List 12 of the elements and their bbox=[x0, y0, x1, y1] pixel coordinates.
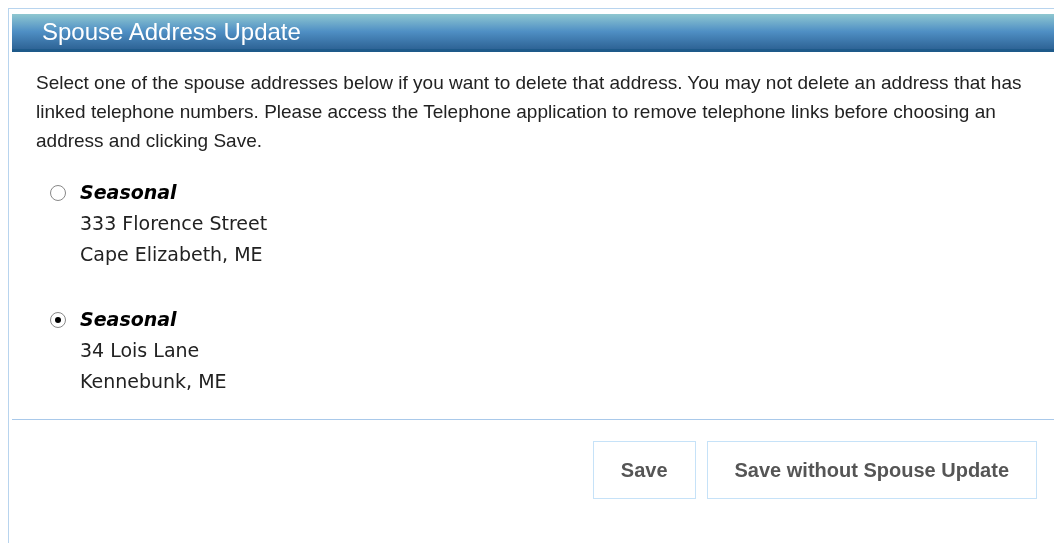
instructions-text: Select one of the spouse addresses below if you want to delete that address. You may not delete an address that has linked telephone numbers. Please access the Telephone application to remove telephone links before choosing an address and clicking Save. bbox=[36, 71, 1023, 153]
save-without-update-button[interactable]: Save without Spouse Update bbox=[706, 441, 1037, 499]
address-type: Seasonal bbox=[80, 180, 178, 205]
radio-button[interactable] bbox=[50, 185, 66, 201]
address-street: 34 Lois Lane bbox=[80, 338, 201, 363]
panel-title: Spouse Address Update bbox=[42, 19, 301, 44]
address-street: 333 Florence Street bbox=[80, 211, 268, 236]
radio-button[interactable] bbox=[50, 312, 66, 328]
save-button[interactable]: Save bbox=[592, 441, 696, 499]
address-city: Cape Elizabeth, ME bbox=[80, 242, 264, 267]
address-type: Seasonal bbox=[80, 307, 178, 332]
address-city: Kennebunk, ME bbox=[80, 369, 227, 394]
